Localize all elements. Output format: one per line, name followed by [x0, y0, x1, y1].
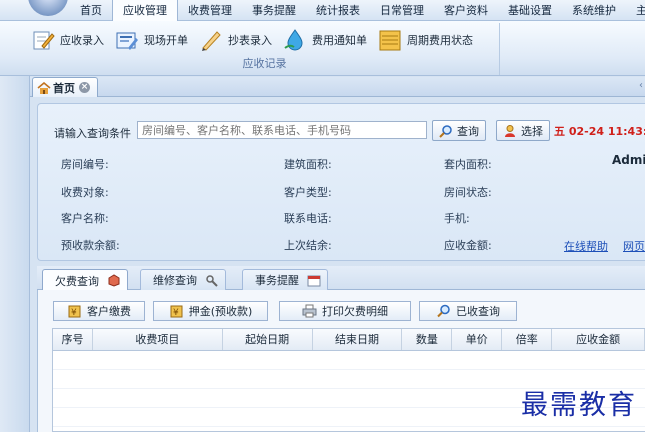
- tab-repair-query[interactable]: 维修查询: [140, 269, 226, 290]
- meter-entry-button[interactable]: 抄表录入: [198, 28, 272, 52]
- tab-affairs-reminder-label: 事务提醒: [255, 274, 299, 287]
- tab-home-label: 首页: [53, 81, 75, 95]
- fee-notice-label: 费用通知单: [312, 34, 367, 47]
- meter-pen-icon: [202, 31, 221, 51]
- current-user: Admi: [612, 153, 645, 167]
- meter-entry-label: 抄表录入: [228, 34, 272, 47]
- prepaid-balance-label: 预收款余额:: [61, 239, 120, 252]
- periodic-fee-status-label: 周期费用状态: [407, 34, 473, 47]
- grid-header: 序号 收费项目 起始日期 结束日期 数量 单价 倍率 应收金额: [53, 329, 645, 351]
- charge-target-label: 收费对象:: [61, 186, 109, 199]
- customer-name-label: 客户名称:: [61, 212, 109, 225]
- column-header[interactable]: 数量: [402, 329, 453, 350]
- menu-items: 首页 应收管理 收费管理 事务提醒 统计报表 日常管理 客户资料 基础设置 系统…: [70, 0, 645, 21]
- onsite-invoice-label: 现场开单: [144, 34, 188, 47]
- mobile-label: 手机:: [444, 212, 470, 225]
- print-arrears-label: 打印欠费明细: [322, 305, 388, 318]
- last-settlement-label: 上次结余:: [284, 239, 332, 252]
- select-button-label: 选择: [521, 124, 543, 138]
- ribbon-group-label: 应收记录: [242, 57, 287, 70]
- query-panel: 请输入查询条件 查询 选择 五 02-24 11:43:3 Admi 房间编号:…: [37, 103, 645, 261]
- column-header[interactable]: 结束日期: [313, 329, 403, 350]
- column-header[interactable]: 收费项目: [93, 329, 223, 350]
- room-number-label: 房间编号:: [61, 158, 109, 171]
- menu-customer-info[interactable]: 客户资料: [434, 0, 498, 21]
- ribbon-group-receivable: 应收录入 现场开单 抄表录入 费用通知单 周期费用状态 应收记录: [30, 23, 500, 75]
- customer-type-label: 客户类型:: [284, 186, 332, 199]
- payment-icon: ¥: [68, 305, 81, 318]
- deposit-button[interactable]: ¥ 押金(预收款): [153, 301, 268, 321]
- deposit-label: 押金(预收款): [188, 305, 253, 318]
- menu-system-maintenance[interactable]: 系统维护: [562, 0, 626, 21]
- room-status-label: 房间状态:: [444, 186, 492, 199]
- close-icon[interactable]: ×: [79, 82, 90, 93]
- column-header[interactable]: 起始日期: [223, 329, 313, 350]
- box-icon: [108, 274, 120, 287]
- column-header[interactable]: 倍率: [502, 329, 553, 350]
- section-tab-strip: 欠费查询 维修查询 事务提醒: [37, 266, 645, 291]
- pencil-document-icon: [33, 31, 55, 50]
- invoice-icon: [116, 32, 138, 50]
- search-input[interactable]: [137, 121, 427, 139]
- customer-pay-button[interactable]: ¥ 客户缴费: [53, 301, 145, 321]
- watermark: 最需教育: [521, 390, 637, 421]
- menu-affairs-reminder[interactable]: 事务提醒: [242, 0, 306, 21]
- chevron-left-icon[interactable]: ‹: [639, 80, 643, 91]
- inner-area-label: 套内面积:: [444, 158, 492, 171]
- tab-home[interactable]: 首页 ×: [32, 77, 98, 97]
- column-header[interactable]: 序号: [53, 329, 93, 350]
- menu-theme-switch[interactable]: 主题切: [626, 0, 645, 21]
- menu-reports[interactable]: 统计报表: [306, 0, 370, 21]
- ribbon: 应收录入 现场开单 抄表录入 费用通知单 周期费用状态 应收记录: [0, 21, 645, 76]
- document-tab-strip: 首页 × ‹: [30, 77, 645, 97]
- tools-icon: [206, 274, 218, 287]
- deposit-icon: ¥: [170, 305, 183, 318]
- periodic-fee-status-button[interactable]: 周期费用状态: [377, 28, 473, 52]
- search-button[interactable]: 查询: [432, 120, 486, 141]
- current-datetime: 五 02-24 11:43:3: [554, 125, 645, 138]
- water-drop-icon: [284, 29, 303, 51]
- tab-repair-query-label: 维修查询: [153, 274, 197, 287]
- home-icon: [37, 81, 51, 94]
- onsite-invoice-button[interactable]: 现场开单: [114, 28, 188, 52]
- received-query-button[interactable]: 已收查询: [419, 301, 517, 321]
- received-query-label: 已收查询: [456, 305, 500, 318]
- customer-pay-label: 客户缴费: [87, 305, 131, 318]
- menu-daily-mgmt[interactable]: 日常管理: [370, 0, 434, 21]
- table-row[interactable]: [53, 351, 645, 370]
- search-button-label: 查询: [457, 124, 479, 138]
- column-header[interactable]: 应收金额: [552, 329, 645, 350]
- tab-affairs-reminder[interactable]: 事务提醒: [242, 269, 328, 290]
- tab-arrears-query-label: 欠费查询: [55, 274, 99, 288]
- svg-text:¥: ¥: [71, 308, 77, 318]
- column-header[interactable]: 单价: [452, 329, 503, 350]
- printer-icon: [302, 304, 317, 318]
- calendar-icon: [307, 275, 321, 286]
- menu-bar: 首页 应收管理 收费管理 事务提醒 统计报表 日常管理 客户资料 基础设置 系统…: [0, 0, 645, 21]
- user-icon: [505, 124, 515, 137]
- menu-charge-mgmt[interactable]: 收费管理: [178, 0, 242, 21]
- building-area-label: 建筑面积:: [284, 158, 332, 171]
- tab-arrears-query[interactable]: 欠费查询: [42, 269, 128, 291]
- fee-notice-button[interactable]: 费用通知单: [282, 28, 367, 52]
- phone-label: 联系电话:: [284, 212, 332, 225]
- search-icon: [439, 124, 452, 138]
- app-orb-button[interactable]: [28, 0, 68, 16]
- menu-receivable-mgmt[interactable]: 应收管理: [112, 0, 178, 21]
- online-help-link[interactable]: 在线帮助: [564, 238, 608, 254]
- receivable-amount-label: 应收金额:: [444, 239, 492, 252]
- web-link[interactable]: 网页: [623, 238, 645, 254]
- menu-home[interactable]: 首页: [70, 0, 112, 21]
- svg-text:¥: ¥: [173, 308, 179, 318]
- search-icon: [437, 304, 450, 318]
- left-rail: [0, 76, 30, 432]
- print-arrears-button[interactable]: 打印欠费明细: [279, 301, 411, 321]
- select-button[interactable]: 选择: [496, 120, 550, 141]
- query-label: 请输入查询条件: [54, 127, 131, 140]
- menu-basic-settings[interactable]: 基础设置: [498, 0, 562, 21]
- ledger-icon: [379, 30, 401, 51]
- receivable-entry-button[interactable]: 应收录入: [30, 28, 104, 52]
- receivable-entry-label: 应收录入: [60, 34, 104, 47]
